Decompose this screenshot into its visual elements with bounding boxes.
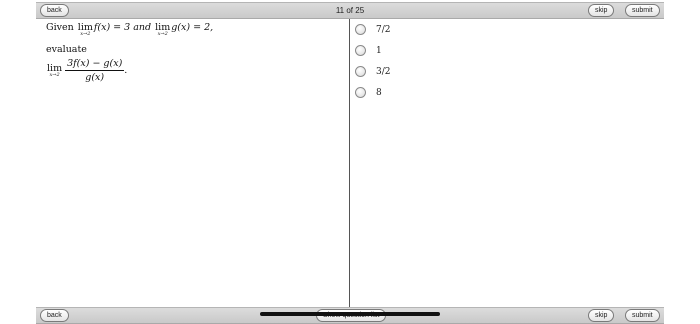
radio-button[interactable] [355, 66, 366, 77]
fraction-numerator: 3f(x) − g(x) [65, 58, 125, 71]
skip-button[interactable]: skip [588, 4, 615, 17]
question-pane: Given lim x→2 f(x) = 3 and lim x→2 g(x) … [46, 22, 336, 83]
radio-button[interactable] [355, 45, 366, 56]
given-text: Given [46, 22, 74, 33]
skip-button-bottom[interactable]: skip [588, 309, 615, 322]
answers-pane: 7/2 1 3/2 8 [355, 24, 390, 108]
answer-label: 8 [376, 87, 382, 98]
radio-button[interactable] [355, 24, 366, 35]
limit-g: lim x→2 [155, 22, 171, 37]
answer-option-3[interactable]: 3/2 [355, 66, 390, 77]
evaluate-text: evaluate [46, 44, 87, 55]
limit-f: lim x→2 [77, 22, 93, 37]
answer-option-2[interactable]: 1 [355, 45, 390, 56]
expression-end: . [124, 65, 128, 76]
question-counter: 11 of 25 [335, 6, 365, 15]
submit-button[interactable]: submit [625, 4, 660, 17]
limit-main: lim x→2 [47, 63, 63, 78]
fraction-denominator: g(x) [85, 72, 105, 83]
question-given-line: Given lim x→2 f(x) = 3 and lim x→2 g(x) … [46, 22, 336, 37]
top-toolbar: back 11 of 25 skip submit [36, 2, 664, 19]
answer-label: 1 [376, 45, 382, 56]
horizontal-scrollbar[interactable] [260, 312, 440, 316]
answer-label: 7/2 [376, 24, 391, 35]
limit-expression: lim x→2 3f(x) − g(x) g(x) . [46, 58, 336, 83]
g-expression: g(x) = 2, [171, 22, 214, 33]
answer-label: 3/2 [376, 66, 391, 77]
submit-button-bottom[interactable]: submit [625, 309, 660, 322]
answer-option-4[interactable]: 8 [355, 87, 390, 98]
radio-button[interactable] [355, 87, 366, 98]
pane-divider [349, 19, 350, 307]
back-button-bottom[interactable]: back [40, 309, 69, 322]
f-expression: f(x) = 3 and [93, 22, 152, 33]
fraction: 3f(x) − g(x) g(x) [65, 58, 125, 83]
answer-option-1[interactable]: 7/2 [355, 24, 390, 35]
